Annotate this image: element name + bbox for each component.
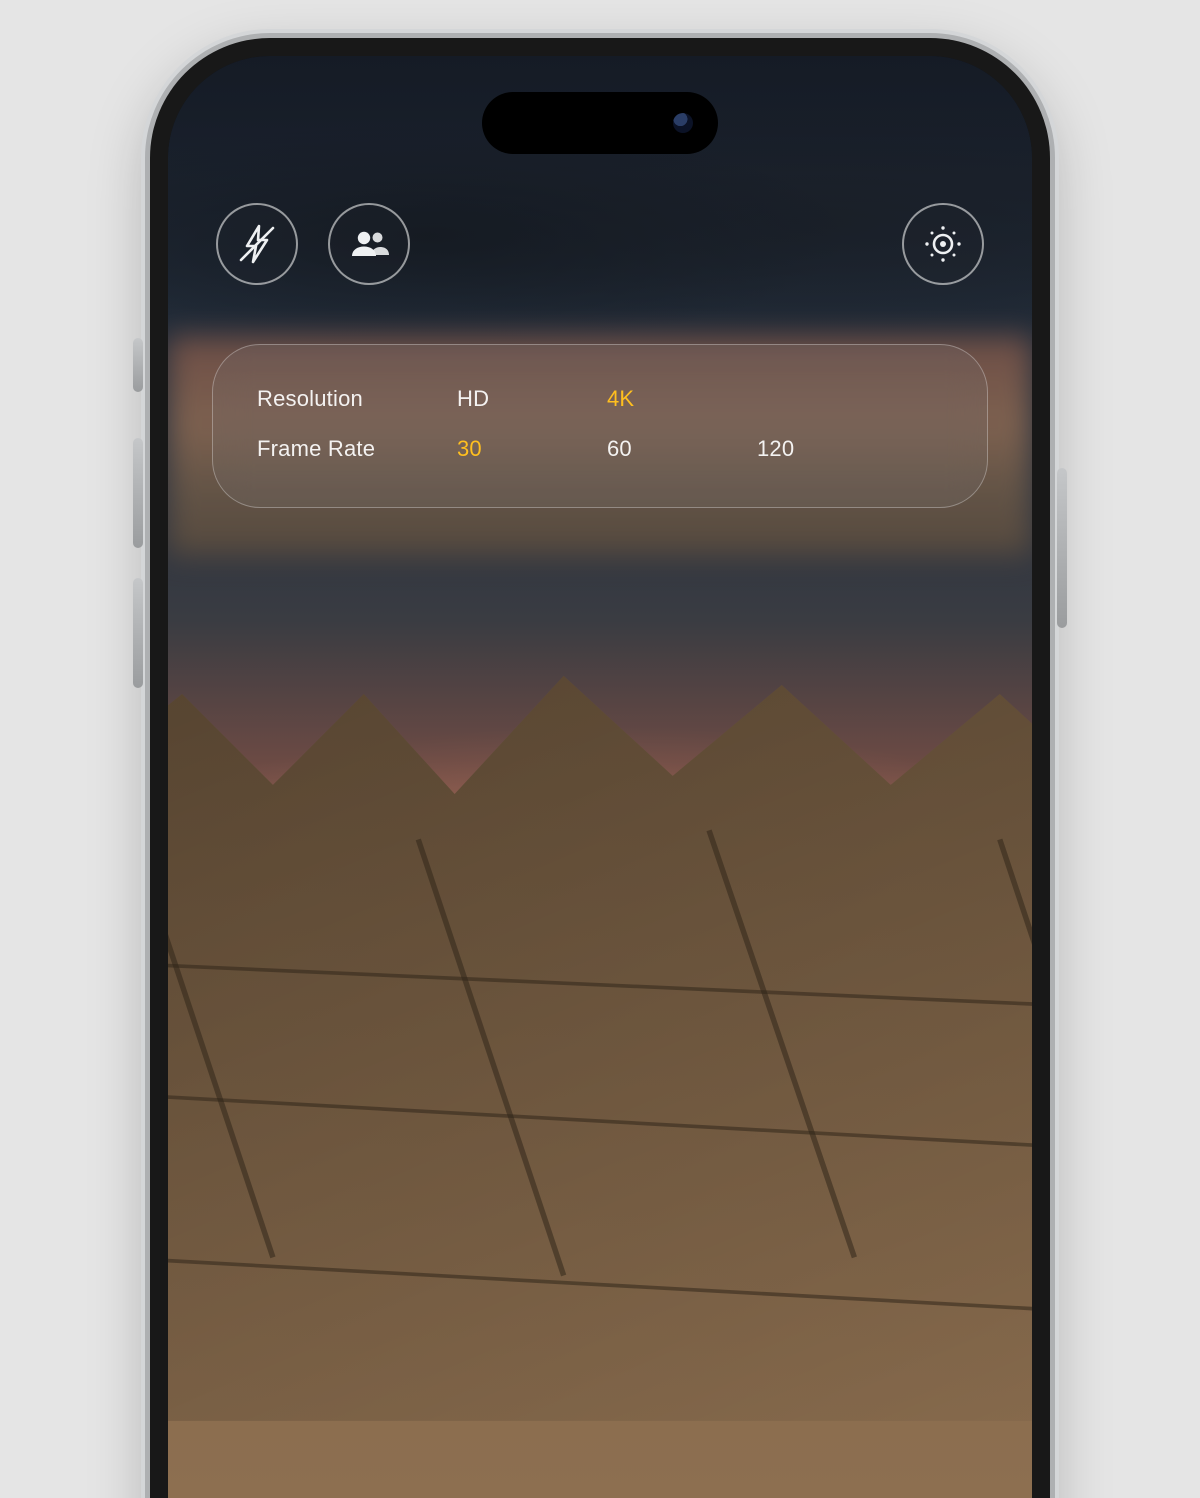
frame-rate-option-60[interactable]: 60 — [607, 436, 757, 462]
resolution-row: Resolution HD 4K — [257, 375, 943, 423]
frame-rate-options: 30 60 120 — [457, 436, 943, 462]
capture-settings-button[interactable] — [902, 203, 984, 285]
volume-up-button — [133, 438, 143, 548]
frame-rate-row: Frame Rate 30 60 120 — [257, 425, 943, 473]
frame-rate-option-30[interactable]: 30 — [457, 436, 607, 462]
flash-off-icon — [235, 222, 279, 266]
capture-target-icon — [921, 222, 965, 266]
phone-frame: Resolution HD 4K Frame Rate 30 60 120 — [150, 38, 1050, 1498]
screen: Resolution HD 4K Frame Rate 30 60 120 — [168, 56, 1032, 1498]
ringer-switch — [133, 338, 143, 392]
side-button — [1057, 468, 1067, 628]
people-detection-button[interactable] — [328, 203, 410, 285]
resolution-option-hd[interactable]: HD — [457, 386, 607, 412]
volume-down-button — [133, 578, 143, 688]
resolution-option-4k[interactable]: 4K — [607, 386, 757, 412]
video-settings-panel: Resolution HD 4K Frame Rate 30 60 120 — [212, 344, 988, 508]
flash-toggle-button[interactable] — [216, 203, 298, 285]
frame-rate-option-120[interactable]: 120 — [757, 436, 907, 462]
resolution-options: HD 4K — [457, 386, 943, 412]
front-camera-lens-icon — [670, 110, 696, 136]
dynamic-island — [482, 92, 718, 154]
people-icon — [347, 222, 391, 266]
frame-rate-label: Frame Rate — [257, 436, 457, 462]
camera-top-controls — [216, 202, 984, 286]
resolution-label: Resolution — [257, 386, 457, 412]
